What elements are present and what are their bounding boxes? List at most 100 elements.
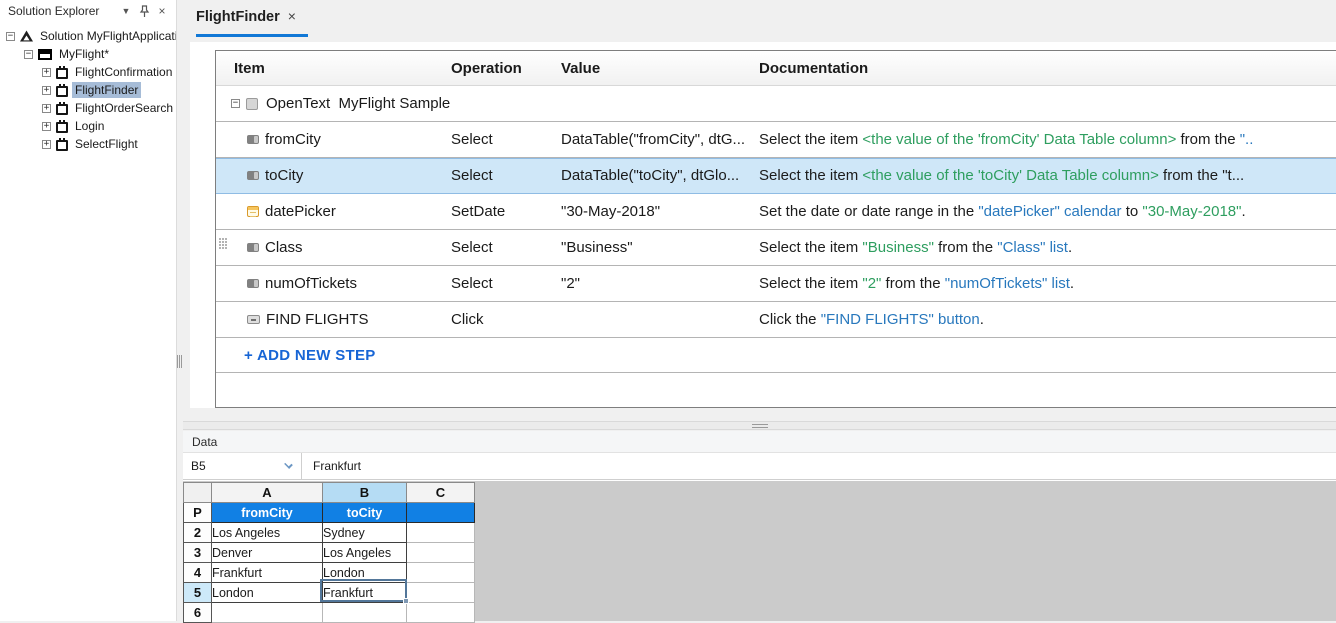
step-row-class[interactable]: Class Select "Business" Select the item … <box>216 230 1336 266</box>
grid-row-header[interactable]: 5 <box>184 583 212 603</box>
solution-explorer-panel: Solution Explorer ▼ × − Solution MyFligh… <box>0 0 177 621</box>
grid-cell-selected[interactable]: Frankfurt <box>323 583 407 603</box>
grid-cell-c-param[interactable] <box>407 503 475 523</box>
calendar-icon <box>247 206 259 217</box>
grid-cell[interactable] <box>323 603 407 623</box>
step-row-findflights[interactable]: FIND FLIGHTS Click Click the "FIND FLIGH… <box>216 302 1336 338</box>
drag-handle[interactable] <box>219 238 230 258</box>
doc-fragment: Set the date or date range in the <box>759 203 978 220</box>
sidebar-item-flightconfirmation[interactable]: + FlightConfirmation <box>0 63 176 81</box>
expand-icon[interactable]: + <box>42 122 51 131</box>
step-row-datepicker[interactable]: datePicker SetDate "30-May-2018" Set the… <box>216 194 1336 230</box>
cell-name-box[interactable]: B5 <box>183 453 302 479</box>
step-row-numoftickets[interactable]: numOfTickets Select "2" Select the item … <box>216 266 1336 302</box>
doc-fragment: "numOfTickets" list <box>945 275 1070 292</box>
doc-fragment: "Business" <box>862 239 934 256</box>
sidebar-item-label: SelectFlight <box>72 136 141 152</box>
grid-row-header[interactable]: 3 <box>184 543 212 563</box>
expand-icon[interactable]: + <box>42 68 51 77</box>
grid-cell[interactable]: Los Angeles <box>212 523 323 543</box>
doc-fragment: . <box>1241 203 1245 220</box>
combobox-icon <box>247 243 259 252</box>
combobox-icon <box>247 171 259 180</box>
doc-fragment: "datePicker" calendar <box>978 203 1121 220</box>
grid-cell[interactable]: Sydney <box>323 523 407 543</box>
expand-icon[interactable]: + <box>42 86 51 95</box>
collapse-icon[interactable]: − <box>6 32 15 41</box>
doc-fragment: Select the item <box>759 275 862 292</box>
doc-fragment: . <box>980 311 984 328</box>
chevron-down-icon[interactable] <box>284 460 293 469</box>
collapse-icon[interactable]: − <box>231 99 240 108</box>
close-panel-button[interactable]: × <box>154 3 170 19</box>
collapse-icon[interactable]: − <box>24 50 33 59</box>
close-tab-icon[interactable]: × <box>288 8 296 24</box>
step-item-label: FIND FLIGHTS <box>266 311 369 328</box>
grid-header-row: A B C <box>184 483 475 503</box>
action-icon <box>56 140 68 151</box>
grid-row-header[interactable]: 4 <box>184 563 212 583</box>
grid-cell[interactable]: Los Angeles <box>323 543 407 563</box>
grid-cell[interactable] <box>407 603 475 623</box>
grid-row: 6 <box>184 603 475 623</box>
step-item-label: Class <box>265 239 303 256</box>
grid-cell[interactable] <box>407 563 475 583</box>
grid-cell[interactable] <box>212 603 323 623</box>
window-menu-button[interactable]: ▼ <box>118 3 134 19</box>
grid-col-header-b[interactable]: B <box>323 483 407 503</box>
data-grid: A B C P fromCity toCity 2 Los Angeles Sy… <box>183 482 475 623</box>
grid-col-header-a[interactable]: A <box>212 483 323 503</box>
grid-cell[interactable]: Denver <box>212 543 323 563</box>
grid-cell[interactable] <box>407 523 475 543</box>
grid-col-header-c[interactable]: C <box>407 483 475 503</box>
formula-bar[interactable]: Frankfurt <box>302 453 1336 479</box>
sidebar-item-flightfinder[interactable]: + FlightFinder <box>0 81 176 99</box>
step-row-fromcity[interactable]: fromCity Select DataTable("fromCity", dt… <box>216 122 1336 158</box>
sidebar-item-solution[interactable]: − Solution MyFlightApplication <box>0 27 176 45</box>
doc-fragment: from the <box>1176 131 1239 148</box>
formula-bar-value: Frankfurt <box>313 459 361 473</box>
doc-fragment: . <box>1068 239 1072 256</box>
grid-corner-cell[interactable] <box>184 483 212 503</box>
grid-row-header[interactable]: 6 <box>184 603 212 623</box>
grid-cell[interactable] <box>407 583 475 603</box>
expand-icon[interactable]: + <box>42 140 51 149</box>
sidebar-item-myflight[interactable]: − MyFlight* <box>0 45 176 63</box>
grid-row-selected: 5 London Frankfurt <box>184 583 475 603</box>
expand-icon[interactable]: + <box>42 104 51 113</box>
sidebar-item-login[interactable]: + Login <box>0 117 176 135</box>
column-header-documentation: Documentation <box>759 60 1336 77</box>
tab-flightfinder[interactable]: FlightFinder× <box>196 8 296 25</box>
step-operation: Select <box>451 167 561 184</box>
grid-cell[interactable] <box>407 543 475 563</box>
column-header-operation: Operation <box>451 60 561 77</box>
grid-row-header[interactable]: P <box>184 503 212 523</box>
sidebar-item-flightordersearch[interactable]: + FlightOrderSearch <box>0 99 176 117</box>
sidebar-item-label: Solution MyFlightApplication <box>37 28 177 44</box>
steps-table-header: Item Operation Value Documentation <box>216 51 1336 86</box>
data-panel-titlebar: Data <box>183 431 1336 453</box>
horizontal-splitter[interactable] <box>183 421 1336 430</box>
step-item-label: numOfTickets <box>265 275 357 292</box>
step-group-row[interactable]: − OpenText MyFlight Sample <box>216 86 1336 122</box>
grid-row: 2 Los Angeles Sydney <box>184 523 475 543</box>
step-row-tocity[interactable]: toCity Select DataTable("toCity", dtGlo.… <box>216 158 1336 194</box>
step-value: "Business" <box>561 239 759 256</box>
grid-cell-a-param[interactable]: fromCity <box>212 503 323 523</box>
add-new-step-button[interactable]: + ADD NEW STEP <box>244 347 376 364</box>
grid-cell-b-param[interactable]: toCity <box>323 503 407 523</box>
pin-button[interactable] <box>136 3 152 19</box>
sidebar-item-selectflight[interactable]: + SelectFlight <box>0 135 176 153</box>
group-checkbox[interactable] <box>246 98 258 110</box>
doc-fragment: "Class" list <box>997 239 1068 256</box>
sidebar-item-label: FlightConfirmation <box>72 64 175 80</box>
grid-row-header[interactable]: 2 <box>184 523 212 543</box>
grid-cell[interactable]: Frankfurt <box>212 563 323 583</box>
name-box-value: B5 <box>191 459 206 473</box>
grid-cell[interactable]: London <box>323 563 407 583</box>
grid-param-row: P fromCity toCity <box>184 503 475 523</box>
formula-row: B5 Frankfurt <box>183 453 1336 480</box>
grid-cell[interactable]: London <box>212 583 323 603</box>
step-value: DataTable("toCity", dtGlo... <box>561 167 759 184</box>
action-icon <box>56 104 68 115</box>
